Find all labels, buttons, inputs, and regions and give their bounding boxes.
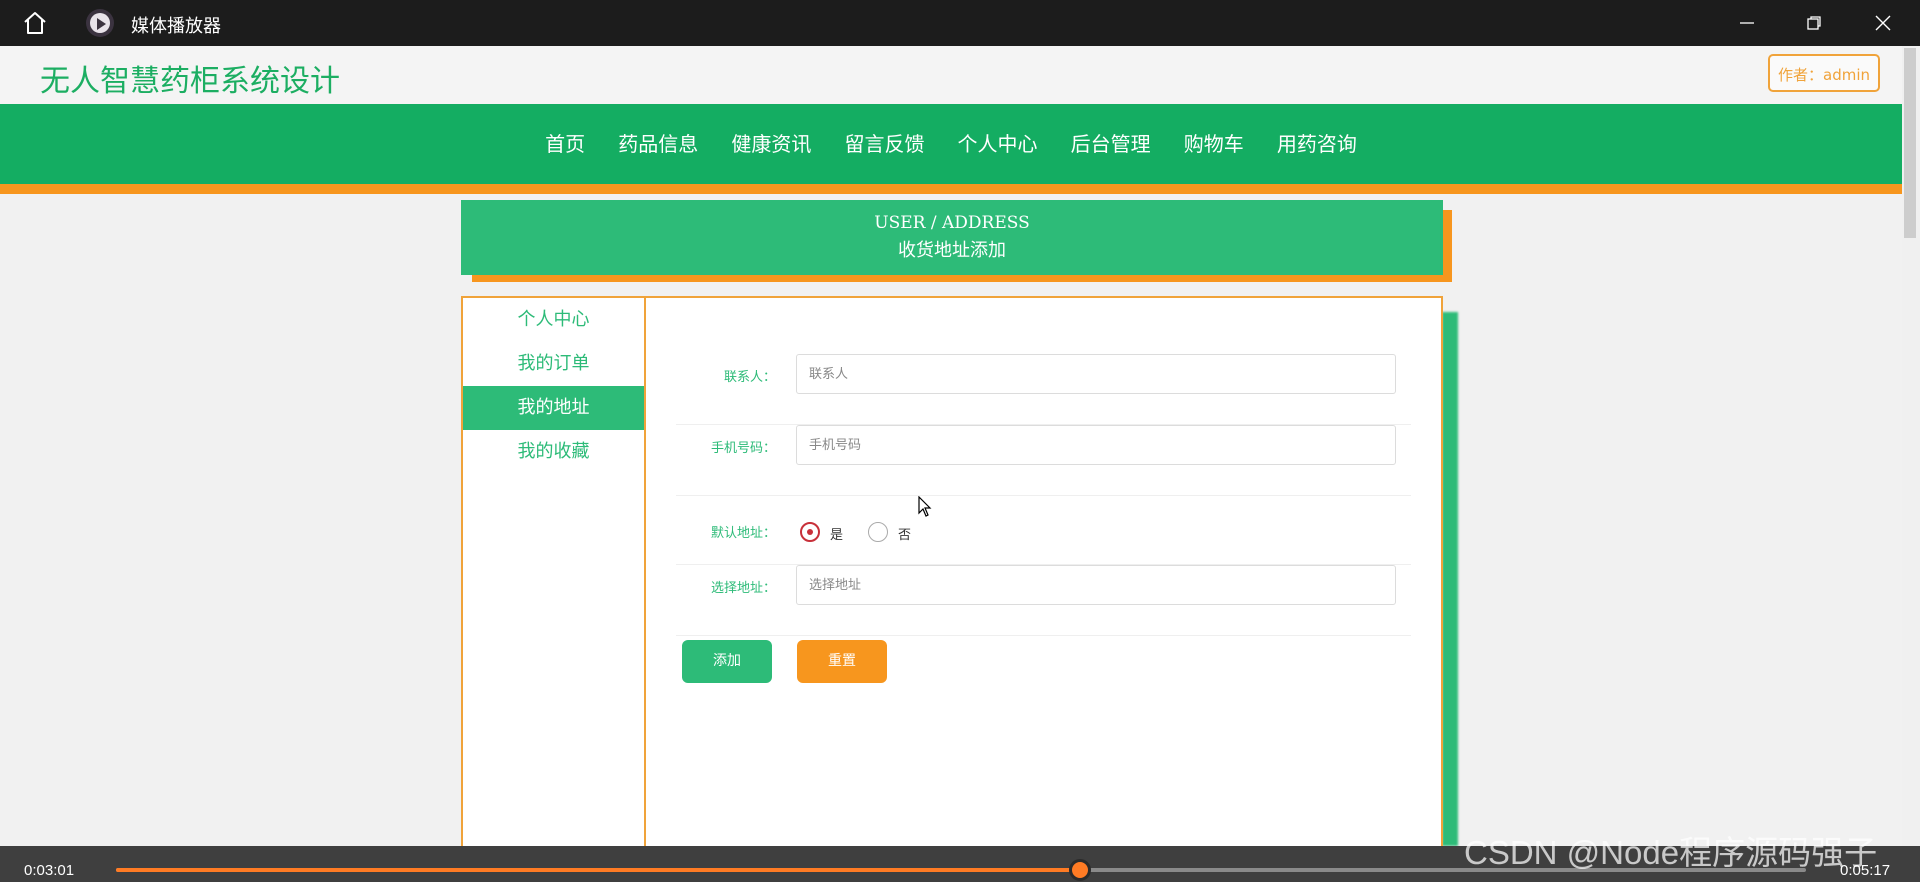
contact-label: 联系人： <box>723 370 776 385</box>
seek-bar-handle[interactable] <box>1069 859 1092 881</box>
player-title: 媒体播放器 <box>131 16 221 36</box>
address-label: 选择地址： <box>710 581 776 596</box>
sidebar-item-my-orders[interactable]: 我的订单 <box>463 342 644 386</box>
minimize-icon[interactable] <box>1724 8 1770 38</box>
nav-admin[interactable]: 后台管理 <box>1071 128 1151 157</box>
content-shadow <box>1442 312 1458 846</box>
author-badge[interactable]: 作者：admin <box>1768 54 1880 92</box>
main-nav: 首页 药品信息 健康资讯 留言反馈 个人中心 后台管理 购物车 用药咨询 <box>0 104 1902 194</box>
player-title-bar: 媒体播放器 <box>0 0 1920 46</box>
mouse-cursor-icon <box>918 495 932 522</box>
nav-personal-center[interactable]: 个人中心 <box>958 128 1038 157</box>
address-row: 选择地址： <box>676 565 1411 636</box>
default-yes-label: 是 <box>830 528 844 543</box>
page-banner: USER / ADDRESS 收货地址添加 <box>461 200 1443 275</box>
nav-consult[interactable]: 用药咨询 <box>1277 128 1357 157</box>
add-button[interactable]: 添加 <box>682 640 772 683</box>
site-title: 无人智慧药柜系统设计 <box>40 65 340 98</box>
nav-home[interactable]: 首页 <box>545 128 585 157</box>
maximize-icon[interactable] <box>1791 8 1837 38</box>
nav-medicine-info[interactable]: 药品信息 <box>618 128 698 157</box>
nav-feedback[interactable]: 留言反馈 <box>844 128 924 157</box>
scrollbar-thumb[interactable] <box>1904 48 1916 238</box>
address-select-input[interactable] <box>796 565 1396 605</box>
reset-button[interactable]: 重置 <box>797 640 887 683</box>
banner-title-en: USER / ADDRESS <box>874 213 1030 233</box>
default-yes-radio[interactable] <box>800 522 820 542</box>
default-address-row: 默认地址： 是 否 <box>676 496 1411 565</box>
site-header: 无人智慧药柜系统设计 作者：admin <box>0 46 1902 104</box>
nav-cart[interactable]: 购物车 <box>1184 128 1244 157</box>
page-scrollbar[interactable] <box>1902 46 1920 846</box>
contact-input[interactable] <box>796 354 1396 394</box>
phone-input[interactable] <box>796 425 1396 465</box>
sidebar-item-personal-center[interactable]: 个人中心 <box>463 298 644 342</box>
contact-row: 联系人： <box>676 354 1411 425</box>
banner-title-cn: 收货地址添加 <box>898 240 1006 261</box>
seek-bar-progress <box>116 868 1081 872</box>
media-player-icon <box>86 9 114 37</box>
home-icon[interactable] <box>22 10 48 36</box>
close-icon[interactable] <box>1860 8 1906 38</box>
phone-row: 手机号码： <box>676 425 1411 496</box>
default-no-label: 否 <box>898 528 912 543</box>
nav-health-news[interactable]: 健康资讯 <box>731 128 811 157</box>
phone-label: 手机号码： <box>710 441 776 456</box>
address-form: 联系人： 手机号码： 默认地址： 是 否 选择地址： 添加 重置 <box>644 296 1443 856</box>
user-sidebar: 个人中心 我的订单 我的地址 我的收藏 <box>461 296 644 856</box>
default-address-label: 默认地址： <box>710 526 776 541</box>
sidebar-item-my-address[interactable]: 我的地址 <box>463 386 644 430</box>
sidebar-item-my-favorites[interactable]: 我的收藏 <box>463 430 644 474</box>
watermark-text: CSDN @Node程序源码强子 <box>1464 834 1878 871</box>
default-no-radio[interactable] <box>868 522 888 542</box>
current-time: 0:03:01 <box>24 862 75 879</box>
